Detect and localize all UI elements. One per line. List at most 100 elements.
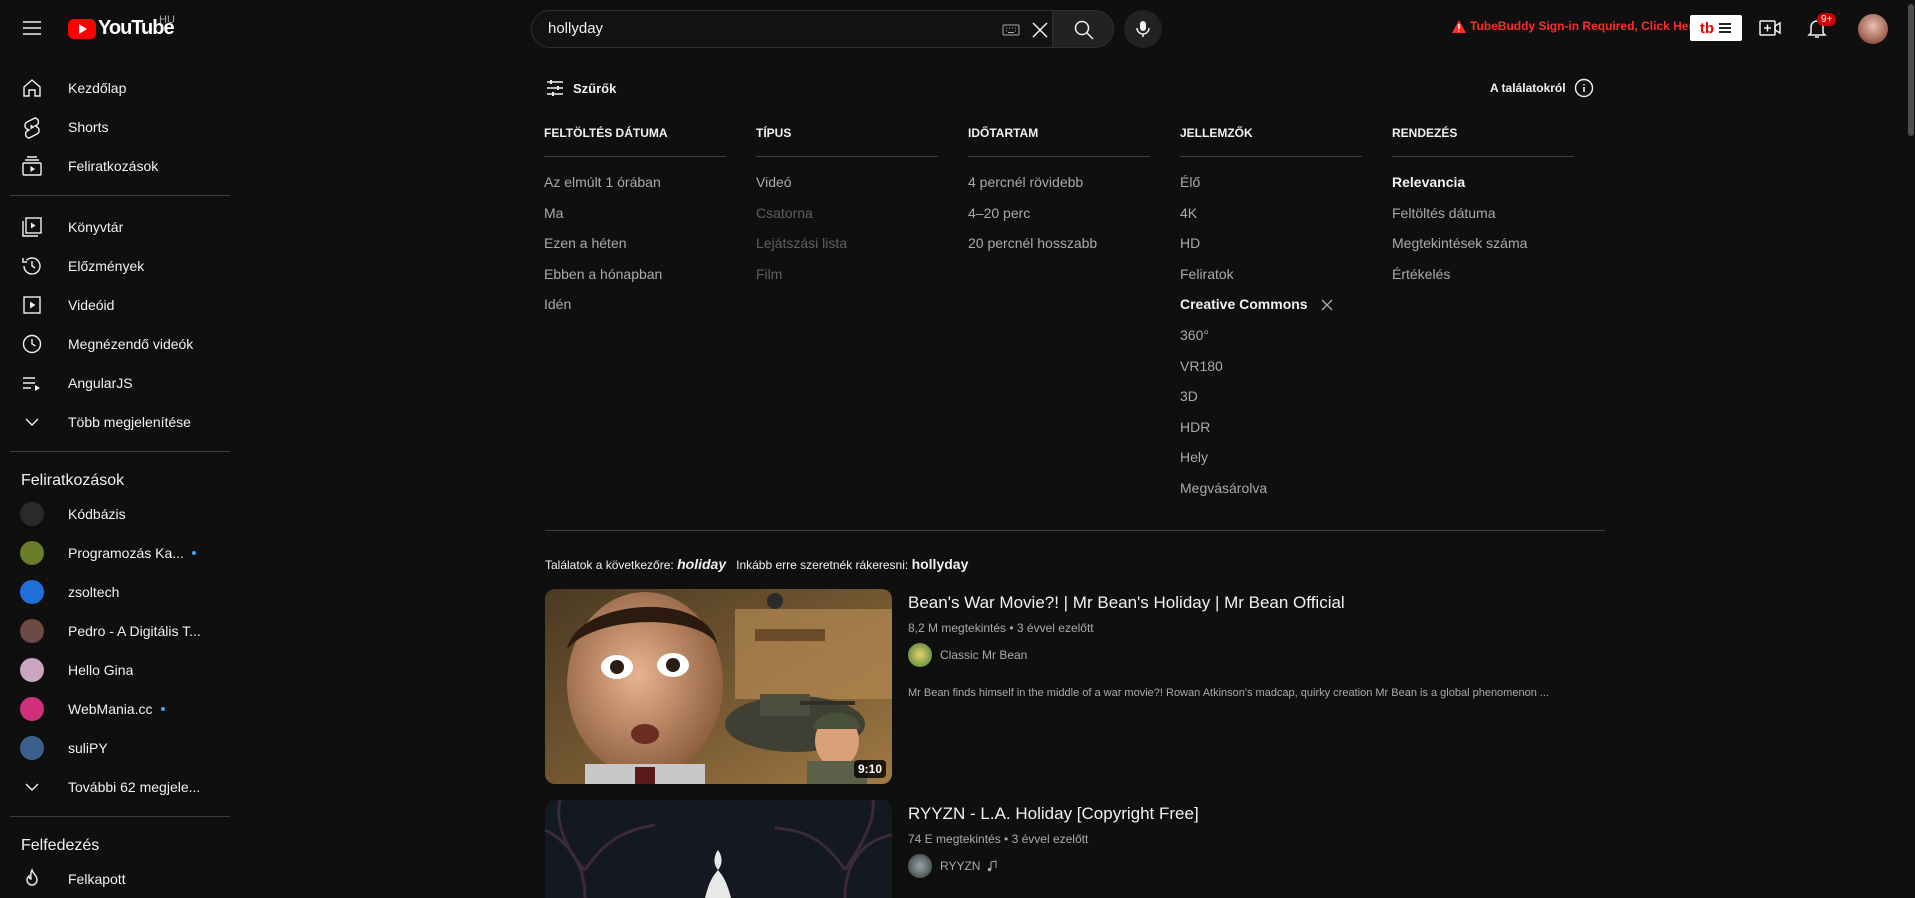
filter-option[interactable]: Ma xyxy=(544,198,726,229)
trending-icon xyxy=(20,867,44,891)
watch-later-icon xyxy=(20,332,44,356)
filter-option[interactable]: HDR xyxy=(1180,412,1362,443)
about-results-button[interactable]: A találatokról xyxy=(1490,78,1594,98)
user-avatar[interactable] xyxy=(1858,14,1888,44)
sidebar-subscription-item[interactable]: Kódbázis xyxy=(12,495,218,533)
search-input[interactable] xyxy=(548,20,1008,37)
video-thumbnail[interactable] xyxy=(545,800,892,898)
video-description: Mr Bean finds himself in the middle of a… xyxy=(908,687,1550,699)
channel-avatar xyxy=(20,736,44,760)
clear-search-icon[interactable] xyxy=(1029,19,1051,41)
video-thumbnail[interactable]: 9:10 xyxy=(545,589,892,784)
filter-option[interactable]: Megvásárolva xyxy=(1180,473,1362,504)
channel-name: Pedro - A Digitális T... xyxy=(68,623,201,639)
notification-count-badge: 9+ xyxy=(1817,13,1837,26)
filter-column-type: TÍPUS Videó Csatorna Lejátszási lista Fi… xyxy=(756,126,938,289)
sidebar-item-home[interactable]: Kezdőlap xyxy=(12,69,218,107)
new-content-dot xyxy=(160,707,165,711)
sidebar-item-trending[interactable]: Felkapott xyxy=(12,860,218,898)
about-results-label: A találatokról xyxy=(1490,81,1566,95)
filter-option[interactable]: 20 percnél hosszabb xyxy=(968,228,1150,259)
filter-option[interactable]: 4 percnél rövidebb xyxy=(968,167,1150,198)
original-query-link[interactable]: hollyday xyxy=(912,556,969,572)
filter-option[interactable]: Élő xyxy=(1180,167,1362,198)
video-channel-link[interactable]: Classic Mr Bean xyxy=(908,643,1027,667)
sort-option[interactable]: Értékelés xyxy=(1392,259,1574,290)
sidebar-item-more-subscriptions[interactable]: További 62 megjele... xyxy=(12,768,218,806)
keyboard-icon[interactable] xyxy=(1002,23,1020,37)
video-channel-link[interactable]: RYYZN xyxy=(908,854,998,878)
filter-option[interactable]: Ezen a héten xyxy=(544,228,726,259)
sort-option-active[interactable]: Relevancia xyxy=(1392,167,1574,198)
filter-option[interactable]: Videó xyxy=(756,167,938,198)
create-video-icon[interactable] xyxy=(1758,16,1782,40)
sidebar-item-shorts[interactable]: Shorts xyxy=(12,108,218,146)
sidebar-subscription-item[interactable]: WebMania.cc xyxy=(12,690,218,728)
tubebuddy-warning-link[interactable]: TubeBuddy Sign-in Required, Click Here xyxy=(1452,19,1700,33)
filter-option[interactable]: Feliratok xyxy=(1180,259,1362,290)
video-result: RYYZN - L.A. Holiday [Copyright Free] 74… xyxy=(545,800,1605,898)
filter-option[interactable]: 4–20 perc xyxy=(968,198,1150,229)
channel-name: RYYZN xyxy=(940,859,981,873)
filters-toggle-button[interactable]: Szűrők xyxy=(545,78,616,98)
filter-option[interactable]: Idén xyxy=(544,289,726,320)
filter-option[interactable]: Ebben a hónapban xyxy=(544,259,726,290)
sidebar-item-playlist-angularjs[interactable]: AngularJS xyxy=(12,364,218,402)
sidebar-item-watch-later[interactable]: Megnézendő videók xyxy=(12,325,218,363)
menu-icon[interactable] xyxy=(20,16,44,40)
filter-option[interactable]: 4K xyxy=(1180,198,1362,229)
home-icon xyxy=(20,76,44,100)
sort-option[interactable]: Feltöltés dátuma xyxy=(1392,198,1574,229)
tubebuddy-menu-button[interactable]: tb xyxy=(1690,15,1742,41)
remove-filter-icon[interactable] xyxy=(1320,298,1334,312)
scrollbar-thumb[interactable] xyxy=(1908,4,1914,136)
sidebar-item-show-more[interactable]: Több megjelenítése xyxy=(12,403,218,441)
search-button[interactable] xyxy=(1052,10,1114,48)
filter-option-disabled: Lejátszási lista xyxy=(756,235,848,252)
sort-option[interactable]: Megtekintések száma xyxy=(1392,228,1574,259)
subscriptions-icon xyxy=(20,154,44,178)
playlist-icon xyxy=(20,371,44,395)
info-icon xyxy=(1574,78,1594,98)
chevron-down-icon xyxy=(20,775,44,799)
filter-heading: FELTÖLTÉS DÁTUMA xyxy=(544,126,726,157)
filter-option[interactable]: Hely xyxy=(1180,442,1362,473)
voice-search-button[interactable] xyxy=(1124,10,1162,48)
filter-option[interactable]: 360° xyxy=(1180,320,1362,351)
sidebar-item-label: Videóid xyxy=(68,297,115,313)
filter-option-creative-commons-active[interactable]: Creative Commons xyxy=(1180,289,1362,320)
warning-icon xyxy=(1452,19,1466,33)
thumbnail-image xyxy=(545,589,892,784)
corrected-query-link[interactable]: holiday xyxy=(677,556,726,572)
music-note-icon xyxy=(986,860,998,872)
sidebar-item-your-videos[interactable]: Videóid xyxy=(12,286,218,324)
filter-heading: TÍPUS xyxy=(756,126,938,157)
sidebar-item-subscriptions[interactable]: Feliratkozások xyxy=(12,147,218,185)
sidebar-item-library[interactable]: Könyvtár xyxy=(12,208,218,246)
filter-option[interactable]: 3D xyxy=(1180,381,1362,412)
country-code: HU xyxy=(159,14,175,26)
sidebar-subscription-item[interactable]: Pedro - A Digitális T... xyxy=(12,612,218,650)
channel-name: WebMania.cc xyxy=(68,701,153,717)
page-scrollbar[interactable] xyxy=(1907,0,1915,898)
filter-option-disabled: Csatorna xyxy=(756,204,813,221)
filter-option[interactable]: HD xyxy=(1180,228,1362,259)
sidebar-subscription-item[interactable]: Hello Gina xyxy=(12,651,218,689)
channel-avatar xyxy=(20,541,44,565)
video-title[interactable]: RYYZN - L.A. Holiday [Copyright Free] xyxy=(908,804,1199,824)
sidebar-item-history[interactable]: Előzmények xyxy=(12,247,218,285)
sidebar-item-label: Felkapott xyxy=(68,871,126,887)
chevron-down-icon xyxy=(20,410,44,434)
filter-option[interactable]: Az elmúlt 1 órában xyxy=(544,167,726,198)
channel-name: Classic Mr Bean xyxy=(940,648,1028,662)
filter-option[interactable]: VR180 xyxy=(1180,351,1362,382)
sidebar-subscription-item[interactable]: zsoltech xyxy=(12,573,218,611)
video-title[interactable]: Bean's War Movie?! | Mr Bean's Holiday |… xyxy=(908,593,1345,613)
sidebar-divider xyxy=(10,195,230,196)
youtube-logo[interactable]: YouTube xyxy=(68,17,175,40)
sidebar-subscription-item[interactable]: suliPY xyxy=(12,729,218,767)
channel-avatar xyxy=(20,697,44,721)
filter-heading: IDŐTARTAM xyxy=(968,126,1150,157)
sidebar-subscription-item[interactable]: Programozás Ka... xyxy=(12,534,218,572)
video-metadata: 8,2 M megtekintés • 3 évvel ezelőtt xyxy=(908,621,1094,635)
